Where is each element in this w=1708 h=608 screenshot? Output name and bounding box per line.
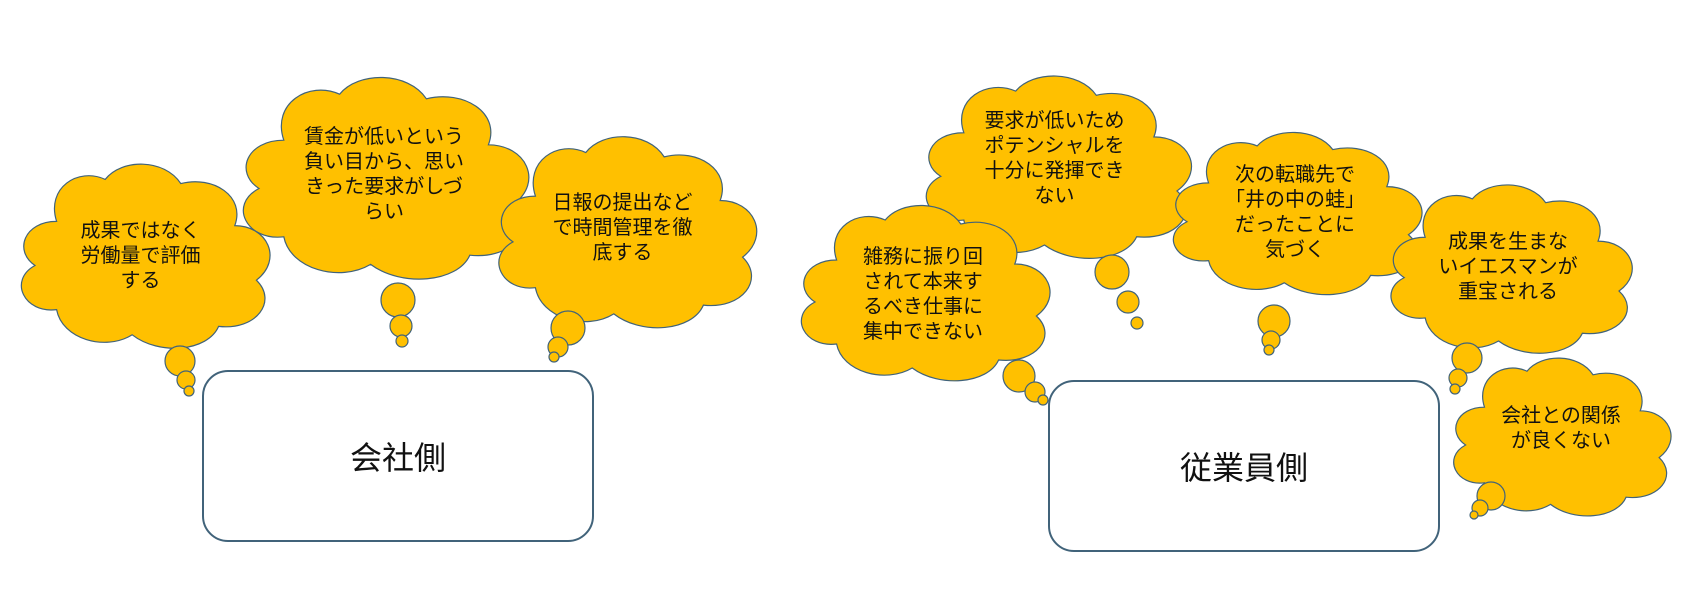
cloud-text-employee-1: 雑務に振り回 されて本来す るべき仕事に 集中できない — [863, 244, 983, 343]
cloud-text-company-2: 賃金が低いという 負い目から、思い きった要求がしづ らい — [304, 124, 464, 223]
cloud-text-company-1: 成果ではなく 労働量で評価 する — [80, 217, 201, 292]
cloud-text-employee-5: 会社との関係 が良くない — [1501, 403, 1621, 452]
company-side-box: 会社側 — [202, 370, 594, 542]
cloud-text-employee-2: 要求が低いため ポテンシャルを 十分に発揮でき ない — [984, 108, 1125, 207]
employee-side-box: 従業員側 — [1048, 380, 1440, 552]
cloud-text-employee-4: 成果を生まな いイエスマンが 重宝される — [1438, 228, 1578, 303]
cloud-text-employee-3: 次の転職先で 「井の中の蛙」 だったことに 気づく — [1225, 162, 1365, 261]
cloud-text-company-3: 日報の提出など で時間管理を徹 底する — [552, 189, 693, 264]
